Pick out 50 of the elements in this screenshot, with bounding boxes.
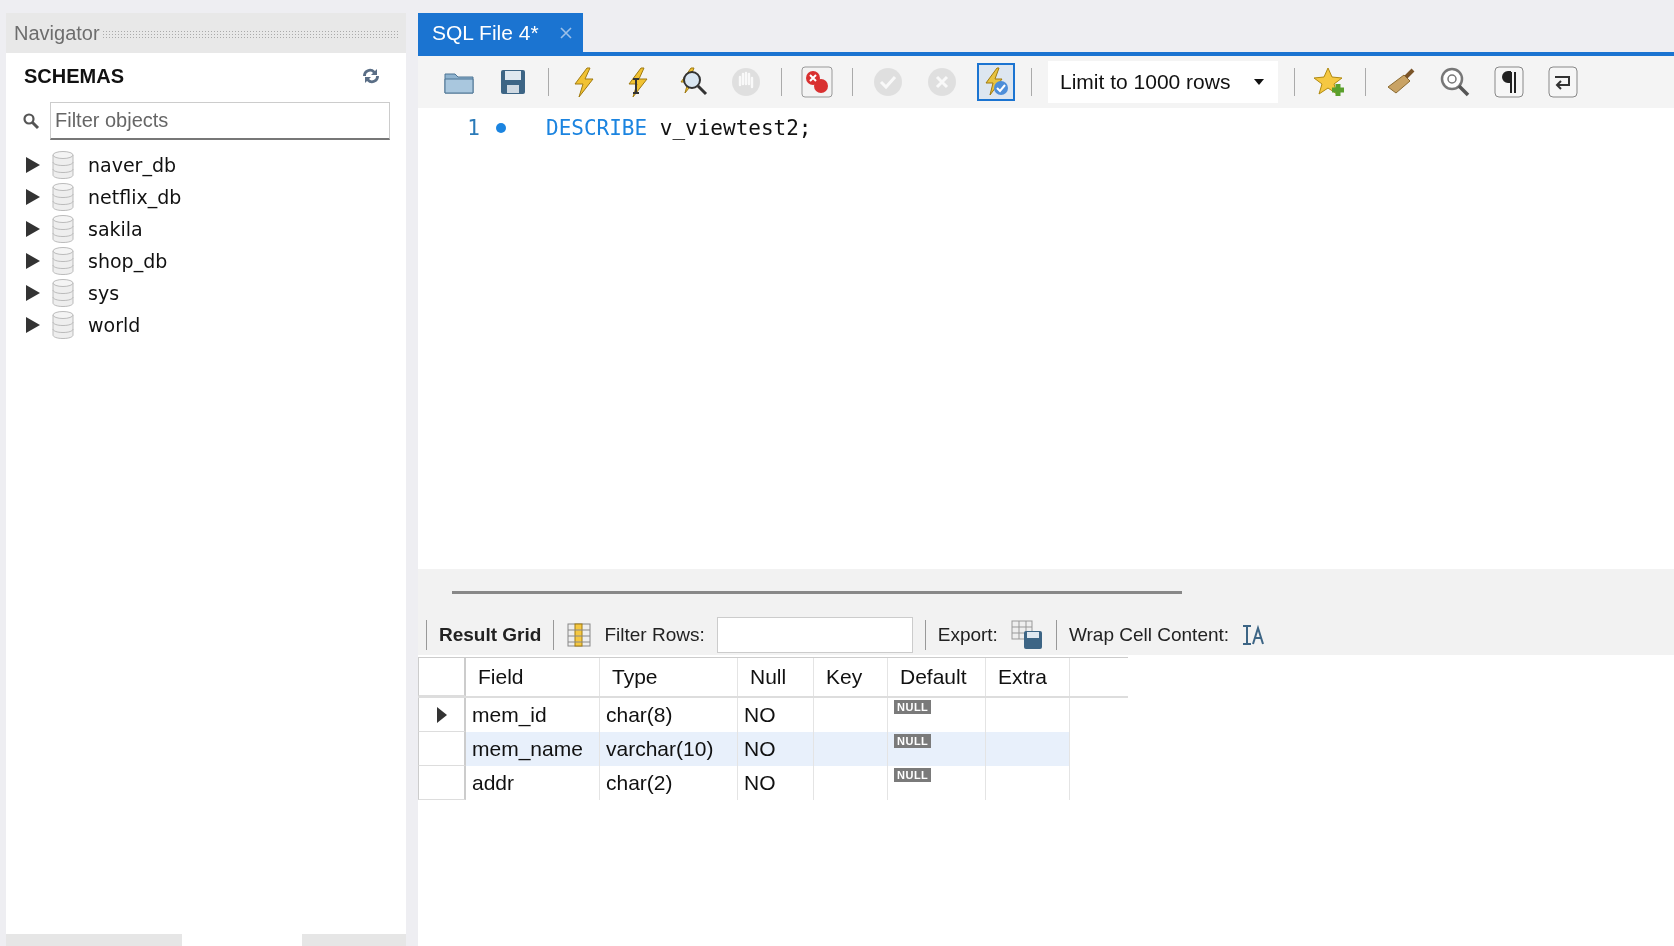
table-cell: addr bbox=[466, 766, 600, 800]
navigator-title: Navigator bbox=[14, 21, 100, 45]
caret-icon bbox=[1254, 79, 1264, 85]
column-header[interactable]: Field bbox=[466, 658, 600, 696]
database-icon bbox=[52, 247, 74, 275]
schemas-title: SCHEMAS bbox=[23, 64, 124, 88]
table-cell: char(2) bbox=[600, 766, 738, 800]
export-label: Export: bbox=[937, 624, 998, 646]
column-header[interactable]: Null bbox=[738, 658, 814, 696]
table-cell: NO bbox=[738, 732, 814, 766]
lightning-check-icon[interactable] bbox=[977, 63, 1015, 101]
database-icon bbox=[52, 215, 74, 243]
null-badge: NULL bbox=[894, 734, 932, 748]
table-cell: varchar(10) bbox=[600, 732, 738, 766]
refresh-icon[interactable] bbox=[360, 67, 382, 85]
line-number: 1 bbox=[466, 116, 480, 140]
filter-field[interactable]: Filter objects bbox=[50, 102, 390, 140]
schema-name[interactable]: naver_db bbox=[88, 154, 177, 176]
column-header[interactable]: Extra bbox=[986, 658, 1070, 696]
schema-name[interactable]: shop_db bbox=[88, 250, 168, 272]
search-icon bbox=[22, 112, 40, 130]
schema-name[interactable]: sys bbox=[88, 282, 120, 304]
code-line: DESCRIBE v_viewtest2; bbox=[546, 116, 812, 140]
error-stop-icon[interactable] bbox=[798, 63, 836, 101]
null-badge: NULL bbox=[894, 700, 932, 714]
null-badge: NULL bbox=[894, 768, 932, 782]
close-icon[interactable] bbox=[558, 25, 573, 40]
database-icon bbox=[52, 183, 74, 211]
schema-name[interactable]: netflix_db bbox=[88, 186, 182, 208]
column-header[interactable]: Type bbox=[600, 658, 738, 696]
database-icon bbox=[52, 311, 74, 339]
schema-name[interactable]: world bbox=[88, 314, 141, 336]
columns-icon[interactable] bbox=[566, 622, 593, 648]
database-icon bbox=[52, 151, 74, 179]
scrollbar[interactable] bbox=[452, 590, 1182, 594]
column-header[interactable]: Key bbox=[814, 658, 888, 696]
filter-rows-label: Filter Rows: bbox=[604, 624, 705, 646]
editor-tab[interactable]: SQL File 4* bbox=[418, 13, 583, 52]
row-header[interactable] bbox=[418, 698, 466, 732]
limit-dropdown[interactable]: Limit to 1000 rows bbox=[1048, 61, 1278, 103]
statement-dot-icon bbox=[496, 123, 506, 133]
wrap-cell-content-label: Wrap Cell Content: bbox=[1068, 624, 1230, 646]
table-cell: NO bbox=[738, 766, 814, 800]
export-icon[interactable] bbox=[1009, 619, 1044, 651]
table-cell: mem_name bbox=[466, 732, 600, 766]
column-header[interactable]: Default bbox=[888, 658, 986, 696]
database-icon bbox=[52, 279, 74, 307]
result-grid-tab[interactable]: Result Grid bbox=[439, 624, 542, 646]
filter-rows-field[interactable] bbox=[716, 617, 913, 653]
schema-name[interactable]: sakila bbox=[88, 218, 143, 240]
